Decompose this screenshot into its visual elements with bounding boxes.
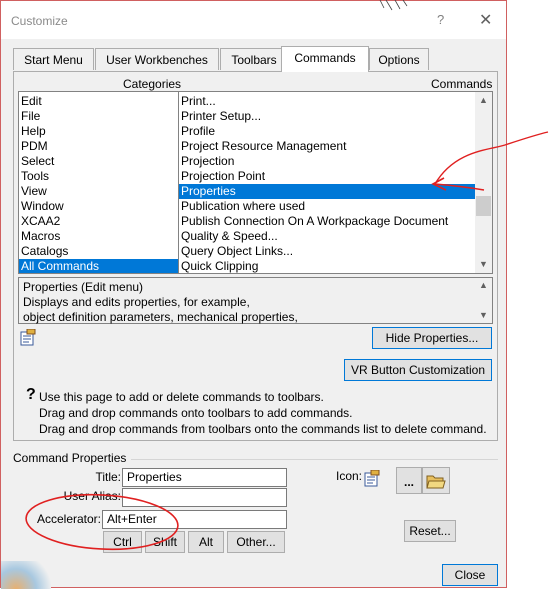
folder-button[interactable] [422,467,450,494]
title-bar: Customize ? ✕ [1,1,506,39]
category-list-item[interactable]: Edit [19,94,178,109]
user-alias-label: User Alias: [63,489,121,503]
group-divider [131,459,498,460]
background-decoration [1,561,51,589]
command-list-item[interactable]: Query Object Links... [179,244,475,259]
title-label: Title: [95,470,121,484]
properties-icon [20,329,36,346]
other-button[interactable]: Other... [227,531,285,553]
command-list-item[interactable]: Printer Setup... [179,109,475,124]
category-list-item[interactable]: Window [19,199,178,214]
tab-start-menu[interactable]: Start Menu [13,48,94,70]
description-scrollbar[interactable]: ▲ ▼ [475,278,492,323]
description-box: Properties (Edit menu) Displays and edit… [18,277,493,324]
close-window-button[interactable]: ✕ [479,10,492,30]
vr-button-customization-button[interactable]: VR Button Customization [344,359,492,381]
commands-scrollbar[interactable]: ▲ ▼ [475,92,492,273]
command-list-item[interactable]: Projection [179,154,475,169]
command-icon-preview [364,470,380,487]
description-line-3: object definition parameters, mechanical… [23,310,298,324]
scroll-thumb[interactable] [476,196,491,216]
command-list-item[interactable]: Properties [179,184,475,199]
commands-list[interactable]: Print... Printer Setup... Profile Project R… [178,91,493,274]
icon-label: Icon: [336,469,363,483]
question-icon: ? [26,386,36,403]
info-line-1: Use this page to add or delete commands … [39,390,324,404]
category-list-item[interactable]: Select [19,154,178,169]
tab-options[interactable]: Options [369,48,429,70]
command-list-item[interactable]: Projection Point [179,169,475,184]
commands-header: Commands [431,77,493,91]
customize-dialog: Customize ? ✕ Start Menu User Workbenche… [0,0,507,589]
title-field[interactable]: Properties [122,468,287,487]
close-button[interactable]: Close [442,564,498,586]
categories-header: Categories [123,77,182,91]
description-line-2: Displays and edits properties, for examp… [23,295,250,309]
window-title: Customize [11,14,68,28]
user-alias-field[interactable] [122,488,287,507]
help-button[interactable]: ? [437,12,444,27]
info-box: ? Use this page to add or delete command… [18,386,493,436]
accelerator-field[interactable]: Alt+Enter [102,510,287,529]
command-properties-label: Command Properties [13,451,127,465]
folder-icon [426,475,446,489]
description-line-1: Properties (Edit menu) [23,280,144,294]
alt-button[interactable]: Alt [188,531,224,553]
category-list-item[interactable]: PDM [19,139,178,154]
scroll-up-arrow[interactable]: ▲ [475,92,492,109]
reset-button[interactable]: Reset... [404,520,456,542]
category-list-item[interactable]: All Commands [19,259,178,273]
categories-list[interactable]: Edit File Help PDM Select Tools View Window XCAA… [18,91,179,274]
info-line-3: Drag and drop commands from toolbars ont… [39,422,487,436]
tab-commands[interactable]: Commands [281,46,369,72]
shift-button[interactable]: Shift [145,531,185,553]
command-list-item[interactable]: Profile [179,124,475,139]
command-list-item[interactable]: Publish Connection On A Workpackage Docu… [179,214,475,229]
accelerator-label: Accelerator: [36,512,101,526]
category-list-item[interactable]: Catalogs [19,244,178,259]
command-list-item[interactable]: Quality & Speed... [179,229,475,244]
command-list-item[interactable]: Project Resource Management [179,139,475,154]
desc-scroll-down-arrow[interactable]: ▼ [475,308,492,323]
category-list-item[interactable]: Help [19,124,178,139]
category-list-item[interactable]: XCAA2 [19,214,178,229]
category-list-item[interactable]: Macros [19,229,178,244]
tab-toolbars[interactable]: Toolbars [220,48,288,70]
hide-properties-button[interactable]: Hide Properties... [372,327,492,349]
scroll-down-arrow[interactable]: ▼ [475,256,492,273]
command-list-item[interactable]: Print... [179,94,475,109]
browse-icon-button[interactable]: ... [396,467,422,494]
category-list-item[interactable]: Tools [19,169,178,184]
desc-scroll-up-arrow[interactable]: ▲ [475,278,492,293]
category-list-item[interactable]: View [19,184,178,199]
ctrl-button[interactable]: Ctrl [103,531,142,553]
tab-user-workbenches[interactable]: User Workbenches [95,48,219,70]
command-list-item[interactable]: Quick Clipping [179,259,475,273]
category-list-item[interactable]: File [19,109,178,124]
command-list-item[interactable]: Publication where used [179,199,475,214]
info-line-2: Drag and drop commands onto toolbars to … [39,406,353,420]
